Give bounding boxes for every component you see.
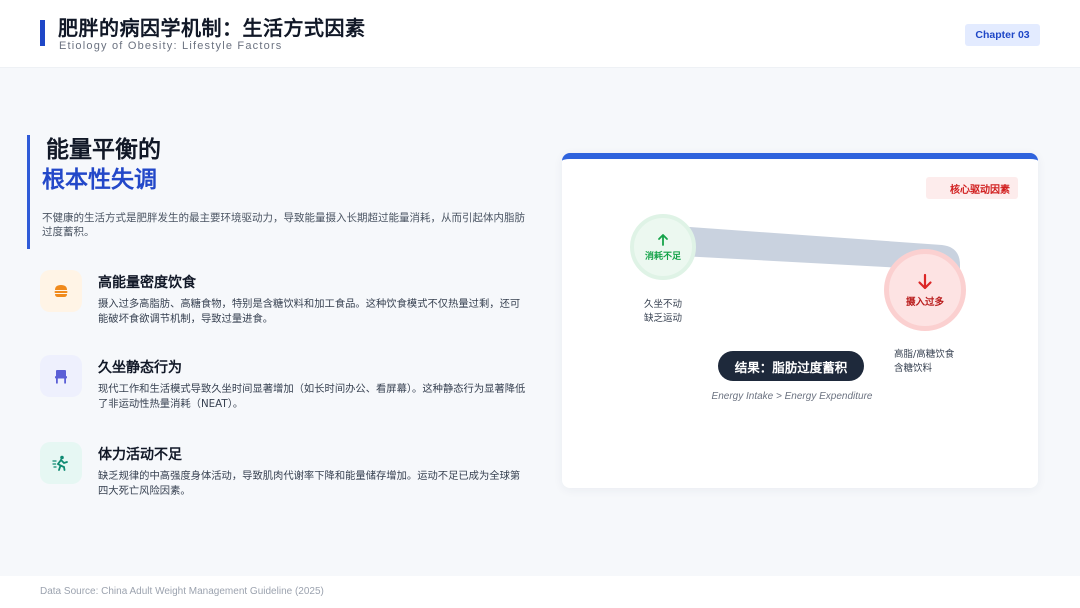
factor-title: 体力活动不足 [98, 447, 182, 463]
energy-equation: Energy Intake > Energy Expenditure [711, 391, 873, 402]
consume-note-1: 久坐不动 [644, 299, 683, 310]
data-source: Data Source: China Adult Weight Manageme… [40, 586, 324, 597]
factor-desc: 摄入过多高脂肪、高糖食物，特别是含糖饮料和加工食品。这种饮食模式不仅热量过剩，还… [98, 298, 521, 325]
intro-section: 能量平衡的 根本性失调 不健康的生活方式是肥胖发生的最主要环境驱动力，导致能量摄… [27, 135, 537, 249]
intake-label: 摄入过多 [905, 296, 944, 308]
consume-label: 消耗不足 [644, 251, 681, 262]
burger-icon [40, 270, 82, 312]
header-accent-bar [40, 20, 45, 46]
consume-note: 久坐不动 缺乏运动 [644, 298, 682, 326]
intake-note-1: 高脂/高糖饮食 [894, 349, 955, 360]
intake-note: 高脂/高糖饮食 含糖饮料 [894, 348, 954, 376]
chapter-badge: Chapter 03 [965, 24, 1040, 46]
page-subtitle: Etiology of Obesity: Lifestyle Factors [59, 40, 283, 52]
factor-title: 久坐静态行为 [98, 360, 182, 376]
arrow-up-icon [658, 233, 668, 246]
factor-desc: 缺乏规律的中高强度身体活动，导致肌肉代谢率下降和能量储存增加。运动不足已成为全球… [98, 470, 521, 497]
chair-icon [40, 355, 82, 397]
factor-desc: 现代工作和生活模式导致久坐时间显著增加（如长时间办公、看屏幕）。这种静态行为显著… [98, 383, 526, 410]
intro-text: 不健康的生活方式是肥胖发生的最主要环境驱动力，导致能量摄入长期超过能量消耗，从而… [42, 212, 525, 238]
intro-heading-line2: 根本性失调 [42, 166, 157, 193]
consume-note-2: 缺乏运动 [644, 313, 683, 324]
energy-balance-card: ! 核心驱动因素 消耗不足 久坐不动 缺乏运动 摄入过多 高脂/高糖饮食 含糖饮… [562, 153, 1038, 488]
intro-heading-line1: 能量平衡的 [46, 136, 161, 163]
page-header: 肥胖的病因学机制：生活方式因素 Etiology of Obesity: Lif… [0, 0, 1080, 68]
page-footer: Data Source: China Adult Weight Manageme… [0, 576, 1080, 608]
factor-title: 高能量密度饮食 [98, 275, 196, 291]
running-icon [40, 442, 82, 484]
seesaw-beam [662, 225, 960, 271]
intake-circle: 摄入过多 [884, 249, 966, 331]
page-title: 肥胖的病因学机制：生活方式因素 [58, 16, 366, 40]
consume-circle: 消耗不足 [630, 214, 696, 280]
intake-note-2: 含糖饮料 [894, 363, 933, 374]
arrow-down-icon [918, 273, 932, 289]
result-pill: 结果：脂肪过度蓄积 [718, 351, 864, 381]
